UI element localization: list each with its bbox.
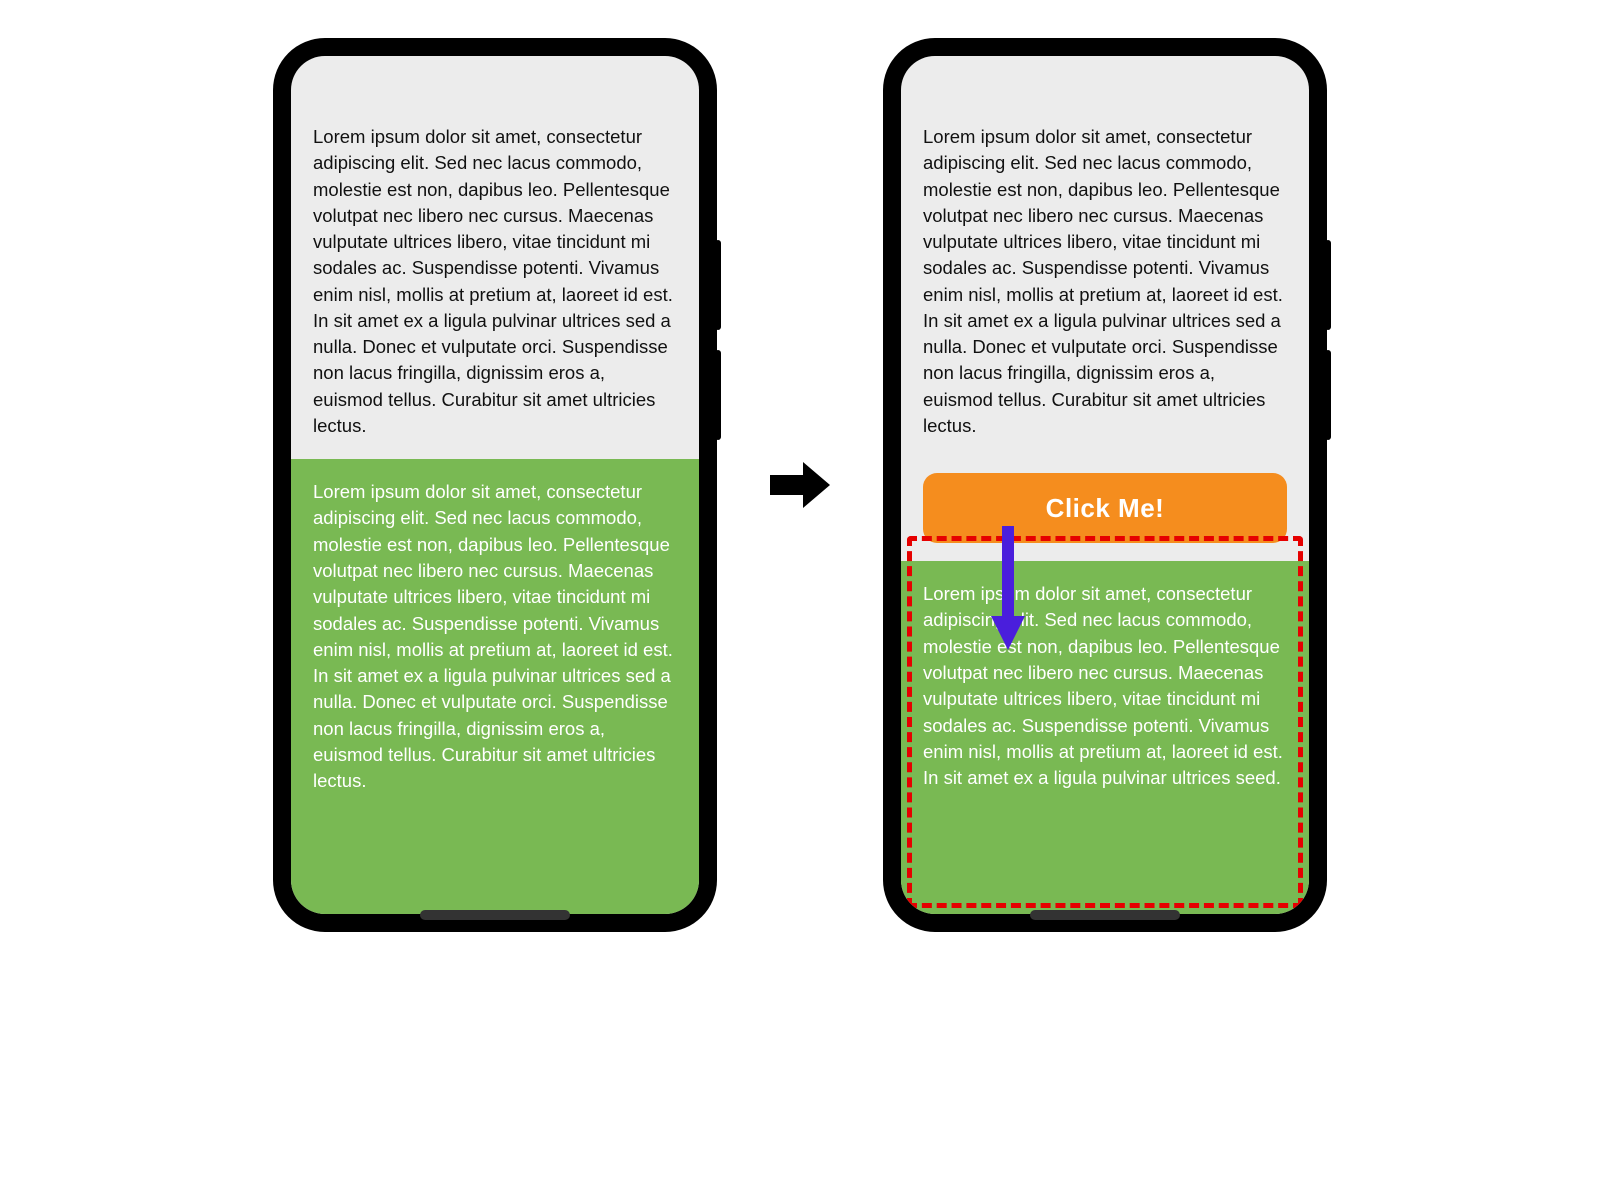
phone-side-button-icon [715, 240, 721, 330]
phone-side-button-icon [1325, 350, 1331, 440]
click-me-button[interactable]: Click Me! [923, 473, 1287, 543]
inserted-button-row: Click Me! [901, 459, 1309, 561]
phone-side-button-icon [1325, 240, 1331, 330]
phone-after: Lorem ipsum dolor sit amet, consectetur … [885, 40, 1325, 930]
body-text-green: Lorem ipsum dolor sit amet, consectetur … [291, 459, 699, 914]
body-text-top: Lorem ipsum dolor sit amet, consectetur … [901, 104, 1309, 459]
phone-screen[interactable]: Lorem ipsum dolor sit amet, consectetur … [901, 56, 1309, 914]
phone-screen[interactable]: Lorem ipsum dolor sit amet, consectetur … [291, 56, 699, 914]
home-indicator-icon [420, 910, 570, 920]
body-text-green: Lorem ipsum dolor sit amet, consectetur … [901, 561, 1309, 914]
phone-side-button-icon [715, 350, 721, 440]
body-text-top: Lorem ipsum dolor sit amet, consectetur … [291, 104, 699, 459]
transition-arrow-icon [765, 450, 835, 520]
diagram-stage: Lorem ipsum dolor sit amet, consectetur … [0, 0, 1600, 930]
home-indicator-icon [1030, 910, 1180, 920]
phone-before: Lorem ipsum dolor sit amet, consectetur … [275, 40, 715, 930]
